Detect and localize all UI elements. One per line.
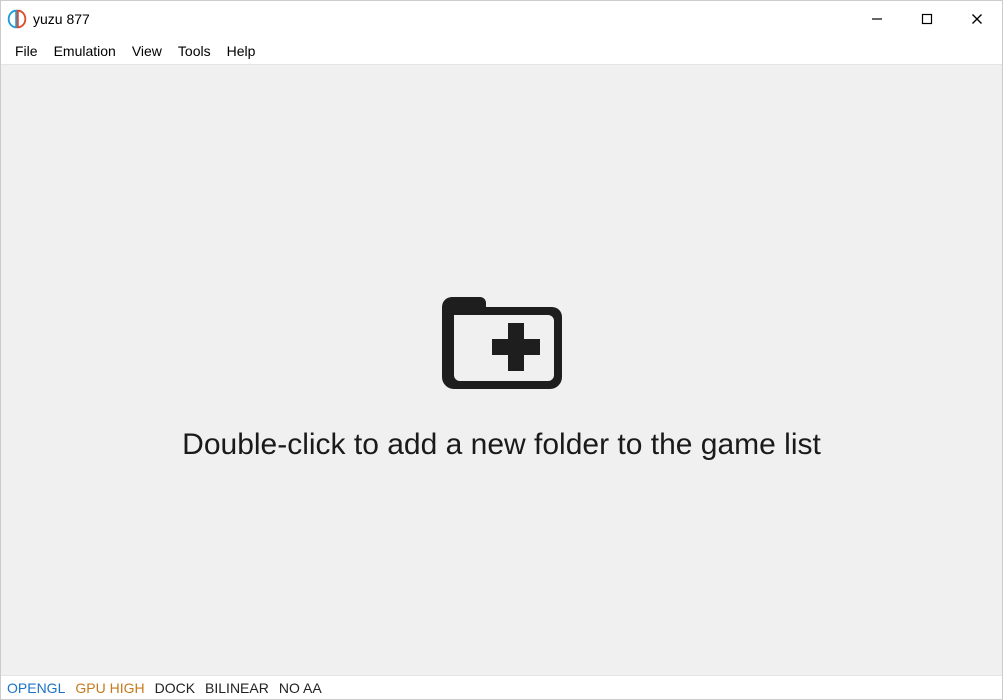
status-bar: OPENGL GPU HIGH DOCK BILINEAR NO AA	[1, 675, 1002, 699]
app-icon	[7, 9, 27, 29]
menu-view[interactable]: View	[124, 40, 170, 62]
close-button[interactable]	[952, 1, 1002, 37]
title-bar[interactable]: yuzu 877	[1, 1, 1002, 37]
menu-emulation[interactable]: Emulation	[46, 40, 124, 62]
minimize-button[interactable]	[852, 1, 902, 37]
add-folder-icon	[432, 279, 572, 404]
menu-bar: File Emulation View Tools Help	[1, 37, 1002, 65]
status-gpu-accuracy[interactable]: GPU HIGH	[75, 680, 144, 696]
status-dock-mode[interactable]: DOCK	[155, 680, 195, 696]
maximize-button[interactable]	[902, 1, 952, 37]
app-window: yuzu 877 File Emulation View Tools Help	[0, 0, 1003, 700]
status-antialias[interactable]: NO AA	[279, 680, 322, 696]
menu-help[interactable]: Help	[219, 40, 264, 62]
game-list-empty-area[interactable]: Double-click to add a new folder to the …	[1, 65, 1002, 675]
status-renderer[interactable]: OPENGL	[7, 680, 65, 696]
status-filter[interactable]: BILINEAR	[205, 680, 269, 696]
window-title: yuzu 877	[33, 11, 90, 27]
window-controls	[852, 1, 1002, 37]
menu-file[interactable]: File	[7, 40, 46, 62]
menu-tools[interactable]: Tools	[170, 40, 219, 62]
empty-state-text: Double-click to add a new folder to the …	[182, 428, 821, 462]
